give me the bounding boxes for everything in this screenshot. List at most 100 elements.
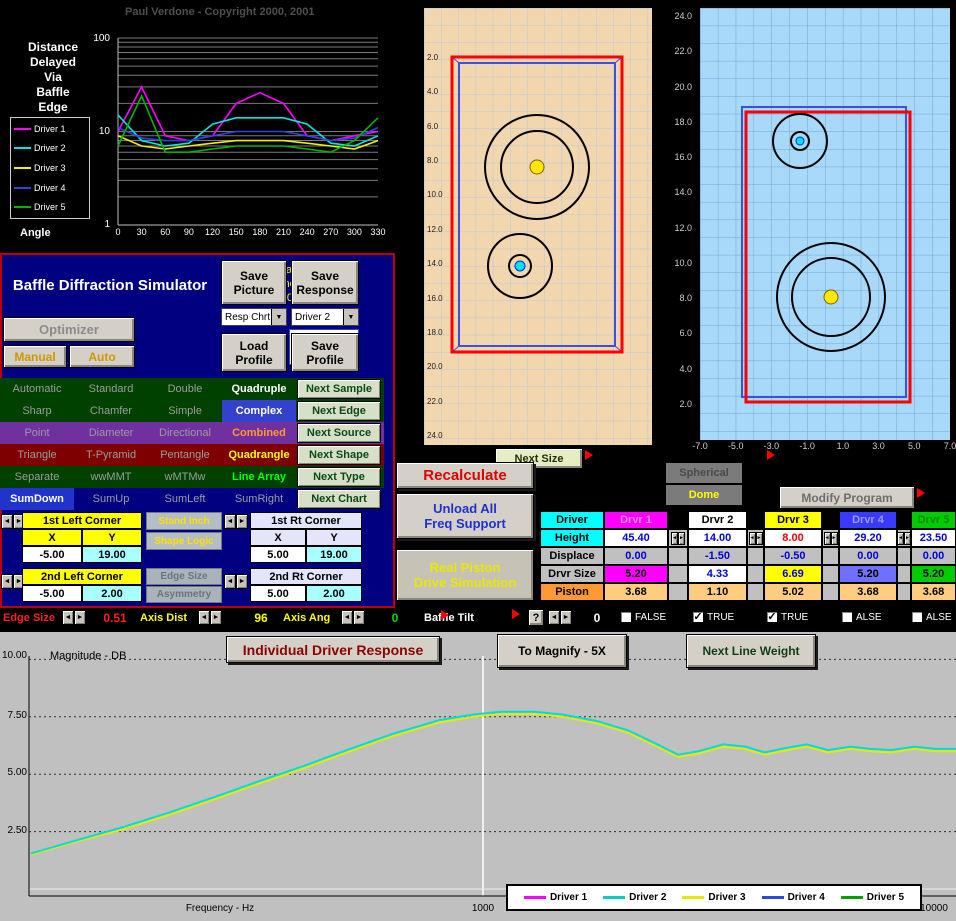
checkbox[interactable]: ✓ (766, 611, 778, 623)
edge-size-asymmetry-label-2[interactable]: Asymmetry (146, 586, 222, 603)
cell-piston-drvr-4[interactable]: 3.68 (839, 583, 897, 601)
checkbox[interactable] (841, 611, 853, 623)
driver-header-drvr-2[interactable]: Drvr 2 (688, 511, 747, 529)
auto-button[interactable]: Auto (69, 345, 135, 368)
save-profile-button[interactable]: Save Profile (291, 333, 359, 372)
button-next-shape[interactable]: Next Shape (297, 445, 381, 465)
option-chamfer[interactable]: Chamfer (74, 400, 148, 422)
spin-left-button[interactable]: ◄ (749, 532, 756, 545)
driver-header-drvr-5[interactable]: Drvr 5 (911, 511, 956, 529)
checkbox[interactable]: ✓ (692, 611, 704, 623)
cell-height-drvr-2[interactable]: 14.00 (688, 529, 747, 547)
spin-right-button[interactable]: ► (236, 574, 248, 589)
option-sumleft[interactable]: SumLeft (148, 488, 222, 510)
option-sumup[interactable]: SumUp (74, 488, 148, 510)
spin-left-button[interactable]: ◄ (224, 574, 236, 589)
option-separate[interactable]: Separate (0, 466, 74, 488)
button-next-chart[interactable]: Next Chart (297, 489, 381, 509)
option-triangle[interactable]: Triangle (0, 444, 74, 466)
option-quadrangle[interactable]: Quadrangle (222, 444, 296, 466)
magnify-button[interactable]: To Magnify - 5X (497, 634, 627, 668)
cell-displace-drvr-5[interactable]: 0.00 (911, 547, 956, 565)
button-next-sample[interactable]: Next Sample (297, 379, 381, 399)
driver-header-drvr-4[interactable]: Drvr 4 (839, 511, 897, 529)
cell-piston-drvr-1[interactable]: 3.68 (604, 583, 668, 601)
option-t-pyramid[interactable]: T-Pyramid (74, 444, 148, 466)
option-sumdown[interactable]: SumDown (0, 488, 74, 510)
cell-height-drvr-1[interactable]: 45.40 (604, 529, 668, 547)
driver-header-drvr-3[interactable]: Drvr 3 (764, 511, 822, 529)
option-line-array[interactable]: Line Array (222, 466, 296, 488)
save-picture-button[interactable]: Save Picture (221, 260, 287, 305)
shape-logic-toggle[interactable]: Shape Logic (146, 532, 222, 550)
option-sumright[interactable]: SumRight (222, 488, 296, 510)
second-left-corner-y-input[interactable]: 2.00 (82, 585, 142, 602)
spin-right-button[interactable]: ► (756, 532, 763, 545)
chevron-down-icon[interactable]: ▼ (271, 309, 286, 325)
second-left-corner-x-input[interactable]: -5.00 (22, 585, 82, 602)
driver-header-drvr-1[interactable]: Drvr 1 (604, 511, 668, 529)
load-profile-button[interactable]: Load Profile (221, 333, 287, 372)
chevron-down-icon[interactable]: ▼ (343, 309, 358, 325)
cell-piston-drvr-5[interactable]: 3.68 (911, 583, 956, 601)
option-standard[interactable]: Standard (74, 378, 148, 400)
spin-left-button[interactable]: ◄ (824, 532, 831, 545)
second-right-corner-y-input[interactable]: 2.00 (306, 585, 362, 602)
first-left-corner-y-input[interactable]: 19.00 (82, 546, 142, 563)
cell-drvr-size-drvr-5[interactable]: 5.20 (911, 565, 956, 583)
spherical-toggle[interactable]: Spherical (666, 463, 742, 483)
cell-piston-drvr-3[interactable]: 5.02 (764, 583, 822, 601)
cell-drvr-size-drvr-4[interactable]: 5.20 (839, 565, 897, 583)
cell-piston-drvr-2[interactable]: 1.10 (688, 583, 747, 601)
option-quadruple[interactable]: Quadruple (222, 378, 296, 400)
modify-program-button[interactable]: Modify Program (779, 486, 915, 509)
first-right-corner-x-input[interactable]: 5.00 (250, 546, 306, 563)
cell-drvr-size-drvr-3[interactable]: 6.69 (764, 565, 822, 583)
real-piston-button[interactable]: Real Piston Drive Simulation (396, 549, 534, 601)
spin-left-button[interactable]: ◄ (671, 532, 678, 545)
response-title-button[interactable]: Individual Driver Response (226, 636, 440, 663)
option-pentangle[interactable]: Pentangle (148, 444, 222, 466)
second-right-corner-x-input[interactable]: 5.00 (250, 585, 306, 602)
dome-toggle[interactable]: Dome (666, 485, 742, 505)
spin-left-button[interactable]: ◄ (224, 514, 236, 529)
recalculate-button[interactable]: Recalculate (396, 462, 534, 489)
first-left-corner-x-input[interactable]: -5.00 (22, 546, 82, 563)
checkbox[interactable] (620, 611, 632, 623)
next-line-weight-button[interactable]: Next Line Weight (686, 634, 816, 668)
button-next-type[interactable]: Next Type (297, 467, 381, 487)
save-response-button[interactable]: Save Response (291, 260, 359, 305)
cell-height-drvr-4[interactable]: 29.20 (839, 529, 897, 547)
checkbox[interactable] (911, 611, 923, 623)
cell-displace-drvr-2[interactable]: -1.50 (688, 547, 747, 565)
driver-select-dropdown[interactable]: Driver 2 ▼ (291, 308, 359, 326)
option-wmtmw[interactable]: wMTMw (148, 466, 222, 488)
manual-button[interactable]: Manual (3, 345, 67, 368)
cell-displace-drvr-4[interactable]: 0.00 (839, 547, 897, 565)
spin-right-button[interactable]: ► (904, 532, 911, 545)
option-diameter[interactable]: Diameter (74, 422, 148, 444)
edge-size-asymmetry-label-1[interactable]: Edge Size (146, 568, 222, 585)
cell-displace-drvr-1[interactable]: 0.00 (604, 547, 668, 565)
spin-left-button[interactable]: ◄ (1, 574, 13, 589)
unload-freq-support-button[interactable]: Unload All Freq Support (396, 493, 534, 539)
option-directional[interactable]: Directional (148, 422, 222, 444)
option-automatic[interactable]: Automatic (0, 378, 74, 400)
cell-drvr-size-drvr-2[interactable]: 4.33 (688, 565, 747, 583)
button-next-source[interactable]: Next Source (297, 423, 381, 443)
option-complex[interactable]: Complex (222, 400, 296, 422)
cell-displace-drvr-3[interactable]: -0.50 (764, 547, 822, 565)
option-combined[interactable]: Combined (222, 422, 296, 444)
optimizer-button[interactable]: Optimizer (3, 317, 135, 342)
option-double[interactable]: Double (148, 378, 222, 400)
option-simple[interactable]: Simple (148, 400, 222, 422)
first-right-corner-y-input[interactable]: 19.00 (306, 546, 362, 563)
cell-height-drvr-3[interactable]: 8.00 (764, 529, 822, 547)
cell-drvr-size-drvr-1[interactable]: 5.20 (604, 565, 668, 583)
response-chart-dropdown[interactable]: Resp Chrt ▼ (221, 308, 287, 326)
cell-height-drvr-5[interactable]: 23.50 (911, 529, 956, 547)
option-sharp[interactable]: Sharp (0, 400, 74, 422)
spin-right-button[interactable]: ► (678, 532, 685, 545)
spin-left-button[interactable]: ◄ (897, 532, 904, 545)
spin-right-button[interactable]: ► (831, 532, 838, 545)
